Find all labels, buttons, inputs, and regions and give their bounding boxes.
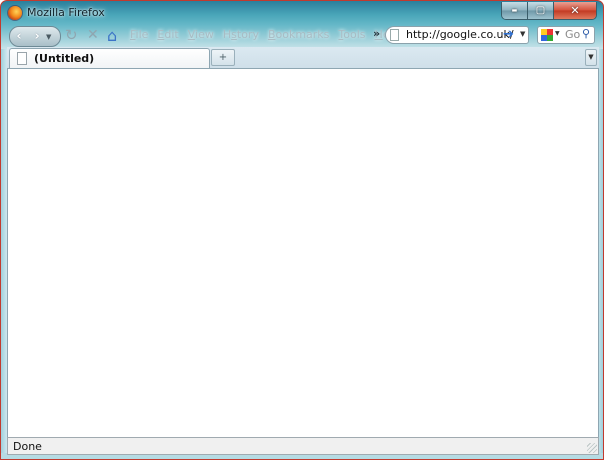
new-tab-button[interactable]: + [211,49,235,66]
url-bar[interactable]: http://google.co.uk/ ➔ ▼ [385,26,529,44]
maximize-icon: ▢ [535,5,546,16]
status-bar: Done [7,437,599,455]
tab-label: (Untitled) [34,52,95,65]
page-content[interactable] [7,69,599,437]
status-text: Done [13,440,42,453]
google-engine-icon[interactable] [541,29,553,41]
menu-tools[interactable]: Tools [338,28,365,41]
search-input[interactable]: Go [565,28,580,41]
menu-history[interactable]: Hstory [223,28,259,41]
reload-icon[interactable]: ↻ [65,27,78,44]
menu-bar: File Edit View Hstory Bookmarks Tools He… [130,28,409,41]
title-bar[interactable]: Mozilla Firefox ▬ ▢ ✕ [1,1,603,25]
close-button[interactable]: ✕ [554,2,596,19]
minimize-icon: ▬ [511,7,518,14]
url-dropdown-icon[interactable]: ▼ [520,30,525,38]
maximize-button[interactable]: ▢ [528,2,554,19]
back-button[interactable]: ‹ [10,29,28,44]
tab-strip: (Untitled) + ▼ [7,47,599,69]
history-dropdown-icon[interactable]: ▼ [46,33,56,41]
caption-buttons: ▬ ▢ ✕ [501,2,597,20]
home-icon[interactable]: ⌂ [107,27,117,44]
url-input[interactable]: http://google.co.uk/ [406,28,514,41]
search-bar[interactable]: ▼ Go ⚲ [537,26,595,44]
stop-icon[interactable]: ✕ [87,27,99,44]
toolbar-overflow-chevron-icon[interactable]: » [373,27,380,40]
browser-window: Mozilla Firefox ▬ ▢ ✕ ‹ › ▼ ↻ ✕ ⌂ File E… [0,0,604,460]
blank-page-icon [17,52,27,65]
all-tabs-button[interactable]: ▼ [585,49,597,66]
navigation-toolbar: ‹ › ▼ ↻ ✕ ⌂ File Edit View Hstory Bookma… [7,25,599,47]
resize-grip-icon[interactable] [587,443,597,453]
menu-bookmarks[interactable]: Bookmarks [268,28,329,41]
minimize-button[interactable]: ▬ [502,2,528,19]
go-arrow-icon[interactable]: ➔ [503,27,514,42]
firefox-logo-icon[interactable] [8,6,22,20]
engine-dropdown-icon[interactable]: ▼ [555,30,560,37]
menu-edit[interactable]: Edit [157,28,178,41]
menu-file[interactable]: File [130,28,148,41]
page-icon [390,29,399,41]
search-icon[interactable]: ⚲ [582,27,590,40]
tab-untitled[interactable]: (Untitled) [9,48,210,68]
chevron-down-icon: ▼ [588,53,594,61]
menu-view[interactable]: View [188,28,214,41]
forward-button[interactable]: › [28,29,46,44]
window-title: Mozilla Firefox [27,6,105,19]
back-forward-group: ‹ › ▼ [9,26,61,47]
close-icon: ✕ [570,4,580,17]
plus-icon: + [218,52,228,63]
